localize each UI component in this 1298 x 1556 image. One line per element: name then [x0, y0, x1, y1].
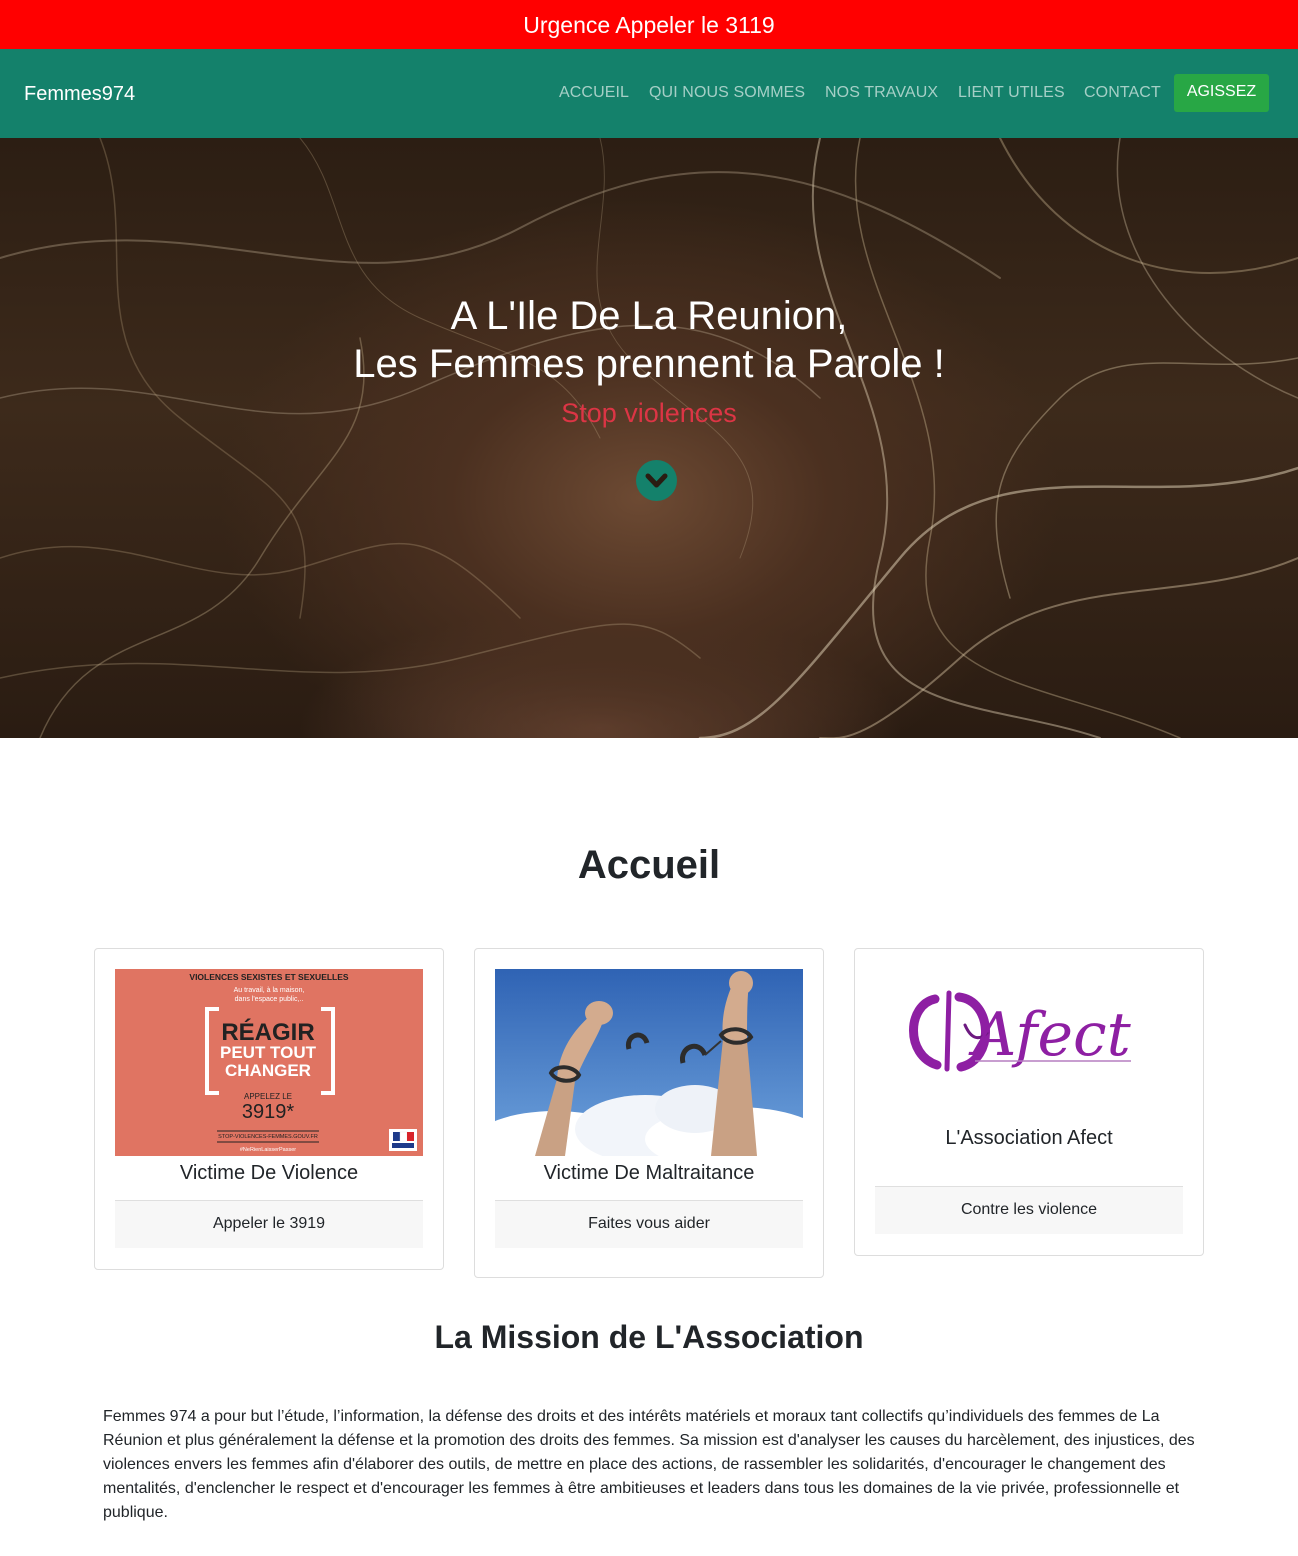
brand-link[interactable]: Femmes974: [24, 82, 135, 106]
hero-section: A L'Ile De La Reunion, Les Femmes prenne…: [0, 138, 1298, 738]
hero-title-line-2: Les Femmes prennent la Parole !: [353, 342, 945, 386]
card-victime-maltraitance: Victime De Maltraitance Faites vous aide…: [474, 948, 824, 1278]
navbar: Femmes974 ACCUEIL QUI NOUS SOMMES NOS TR…: [0, 49, 1298, 138]
card-image-reagir-poster: VIOLENCES SEXISTES ET SEXUELLES Au trava…: [115, 969, 423, 1156]
svg-text:PEUT TOUT: PEUT TOUT: [220, 1043, 317, 1062]
card-association-afect: Afect L'Association Afect Contre les vio…: [854, 948, 1204, 1256]
mission-text: Femmes 974 a pour but l’étude, l’informa…: [103, 1408, 1195, 1521]
nav-contact[interactable]: CONTACT: [1084, 83, 1161, 103]
svg-text:#NeRienLaisserPasser: #NeRienLaisserPasser: [240, 1147, 296, 1153]
svg-text:Au travail, à la maison,: Au travail, à la maison,: [234, 987, 305, 994]
afect-logo: Afect: [875, 969, 1183, 1109]
nav-qui-nous-sommes[interactable]: QUI NOUS SOMMES: [649, 83, 805, 103]
svg-text:3919*: 3919*: [242, 1101, 294, 1123]
svg-text:APPELEZ LE: APPELEZ LE: [244, 1092, 292, 1101]
svg-text:VIOLENCES SEXISTES ET SEXUELLE: VIOLENCES SEXISTES ET SEXUELLES: [189, 972, 349, 982]
hero-title-line-1: A L'Ile De La Reunion,: [450, 294, 848, 338]
hero-background-image: [0, 138, 1298, 738]
appeler-3919-button[interactable]: Appeler le 3919: [115, 1200, 423, 1248]
card-title: L'Association Afect: [945, 1127, 1113, 1149]
card-image-broken-handcuffs: [495, 969, 803, 1156]
card-victime-violence: VIOLENCES SEXISTES ET SEXUELLES Au trava…: [94, 948, 444, 1270]
scroll-down-button[interactable]: [636, 460, 677, 501]
svg-text:RÉAGIR: RÉAGIR: [221, 1018, 314, 1046]
hero-subtitle: Stop violences: [561, 398, 737, 428]
faites-vous-aider-button[interactable]: Faites vous aider: [495, 1200, 803, 1248]
emergency-banner: Urgence Appeler le 3119: [0, 0, 1298, 49]
nav-lient-utiles[interactable]: LIENT UTILES: [958, 83, 1065, 103]
card-title: Victime De Maltraitance: [543, 1162, 755, 1184]
section-title: Accueil: [577, 843, 721, 887]
svg-text:Afect: Afect: [968, 1000, 1132, 1070]
svg-text:CHANGER: CHANGER: [225, 1061, 311, 1080]
agissez-button[interactable]: AGISSEZ: [1174, 74, 1269, 112]
svg-text:STOP-VIOLENCES-FEMMES.GOUV.FR: STOP-VIOLENCES-FEMMES.GOUV.FR: [218, 1134, 318, 1140]
nav-nos-travaux[interactable]: NOS TRAVAUX: [825, 83, 938, 103]
card-title: Victime De Violence: [179, 1162, 359, 1184]
chevron-down-icon: [645, 473, 668, 488]
svg-text:dans l'espace public,..: dans l'espace public,..: [235, 996, 304, 1003]
contre-les-violence-button[interactable]: Contre les violence: [875, 1186, 1183, 1234]
nav-accueil[interactable]: ACCUEIL: [559, 83, 629, 103]
mission-title: La Mission de L'Association: [434, 1319, 864, 1355]
